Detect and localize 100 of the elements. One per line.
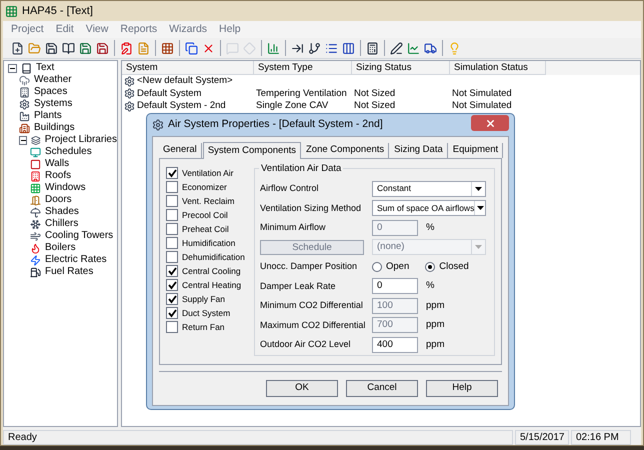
table-cell: Default System — [137, 86, 202, 101]
input-field[interactable]: 400 — [372, 336, 418, 353]
monitor-icon — [30, 146, 41, 158]
tree-item[interactable]: Electric Rates — [45, 254, 107, 266]
arrow-icon[interactable] — [291, 42, 304, 54]
tab[interactable]: System Components — [202, 142, 301, 159]
grid-icon[interactable] — [161, 42, 174, 54]
checkbox[interactable] — [166, 167, 178, 179]
field-label: Damper Leak Rate — [260, 280, 337, 293]
new-file-icon[interactable] — [11, 42, 24, 54]
calculator-icon[interactable] — [366, 42, 379, 54]
checkbox[interactable] — [166, 265, 178, 277]
column-header[interactable]: Sizing Status — [352, 61, 450, 75]
dialog-button[interactable]: OK — [266, 380, 338, 396]
checkbox[interactable] — [166, 195, 178, 207]
checkbox-label: Ventilation Air — [182, 166, 234, 180]
tree-item[interactable]: Walls — [45, 158, 70, 170]
window-title: HAP45 - [Text] — [22, 4, 93, 19]
tree-item[interactable]: Fuel Rates — [45, 266, 94, 278]
checkbox-label: Supply Fan — [182, 292, 225, 306]
pen-icon[interactable] — [390, 42, 403, 54]
tree-item[interactable]: Chillers — [45, 218, 78, 230]
checkbox[interactable] — [166, 279, 178, 291]
checkbox[interactable] — [166, 321, 178, 333]
weather-icon — [19, 74, 30, 86]
building-icon — [19, 86, 30, 98]
app-icon — [5, 4, 18, 18]
save-icon[interactable] — [45, 42, 58, 54]
dropdown-arrow-icon — [471, 182, 485, 196]
close-button[interactable] — [471, 115, 509, 131]
checkbox[interactable] — [166, 307, 178, 319]
tree-item[interactable]: Project Libraries — [44, 134, 117, 146]
expand-toggle[interactable] — [8, 64, 17, 72]
branch-icon[interactable] — [308, 42, 321, 54]
tree-item[interactable]: Cooling Towers — [45, 230, 114, 242]
checkbox[interactable] — [166, 223, 178, 235]
dropdown[interactable]: Sum of space OA airflows — [372, 200, 486, 216]
truck-icon[interactable] — [424, 42, 437, 54]
checkbox-label: Central Heating — [182, 278, 242, 292]
tree-item[interactable]: Weather — [34, 74, 72, 86]
book-icon — [21, 62, 32, 74]
tab[interactable]: General — [159, 143, 202, 158]
column-header[interactable]: Simulation Status — [450, 61, 546, 75]
dialog-button[interactable]: Cancel — [346, 380, 418, 396]
save-icon[interactable] — [96, 42, 109, 54]
field-label: Ventilation Sizing Method — [260, 202, 362, 215]
delete-icon[interactable] — [202, 42, 215, 54]
checkbox[interactable] — [166, 293, 178, 305]
table-cell: Not Sized — [354, 99, 396, 114]
columns-icon[interactable] — [342, 42, 355, 54]
table-cell: Not Simulated — [452, 86, 512, 101]
dropdown[interactable]: Constant — [372, 180, 486, 197]
tree-item[interactable]: Windows — [45, 182, 86, 194]
document-icon[interactable] — [137, 42, 150, 54]
save-icon[interactable] — [79, 42, 92, 54]
input-field[interactable]: 0 — [372, 278, 418, 294]
radio-button[interactable] — [425, 262, 436, 272]
expand-toggle[interactable] — [19, 136, 28, 144]
tree-item[interactable]: Spaces — [34, 86, 68, 98]
checkbox[interactable] — [166, 251, 178, 263]
table-cell: <New default System> — [137, 74, 233, 88]
dialog-icon — [152, 119, 164, 131]
book-icon[interactable] — [62, 42, 75, 54]
field-label: Minimum CO2 Differential — [260, 299, 364, 312]
column-header[interactable]: System Type — [254, 61, 352, 75]
tree-item[interactable]: Text — [36, 62, 54, 74]
system-icon — [124, 100, 135, 112]
gear-icon — [19, 98, 30, 110]
table-cell: Not Sized — [354, 86, 396, 101]
radio-label: Closed — [439, 260, 469, 274]
tree-item[interactable]: Shades — [45, 206, 79, 218]
radio-button[interactable] — [372, 262, 382, 272]
bar-chart-icon[interactable] — [267, 42, 280, 54]
list-icon[interactable] — [325, 42, 338, 54]
tab[interactable]: Sizing Data — [390, 143, 448, 158]
tree-item[interactable]: Systems — [34, 98, 72, 110]
checkbox[interactable] — [166, 209, 178, 221]
tab[interactable]: Zone Components — [302, 143, 390, 158]
tab[interactable]: Equipment — [448, 143, 504, 158]
field-label: Outdoor Air CO2 Level — [260, 338, 352, 351]
checkbox[interactable] — [166, 181, 178, 193]
unit-label: ppm — [426, 318, 444, 332]
status-date: 5/15/2017 — [515, 430, 569, 444]
checkbox[interactable] — [166, 237, 178, 249]
tree-item[interactable]: Roofs — [45, 170, 72, 182]
line-chart-icon[interactable] — [407, 42, 420, 54]
folder-icon[interactable] — [28, 42, 41, 54]
window-icon — [30, 182, 41, 194]
column-header[interactable]: System — [122, 61, 254, 75]
tree-item[interactable]: Schedules — [45, 146, 92, 158]
brick-building-icon — [19, 122, 30, 134]
clipboard-icon[interactable] — [120, 42, 133, 54]
checkbox-label: Humidification — [182, 236, 236, 250]
tree-item[interactable]: Buildings — [34, 122, 75, 134]
tree-item[interactable]: Boilers — [45, 242, 76, 254]
dialog-button[interactable]: Help — [426, 380, 498, 396]
copy-icon[interactable] — [185, 42, 198, 54]
tree-item[interactable]: Doors — [45, 194, 72, 206]
checkbox-label: Vent. Reclaim — [182, 194, 234, 208]
tree-item[interactable]: Plants — [34, 110, 62, 122]
